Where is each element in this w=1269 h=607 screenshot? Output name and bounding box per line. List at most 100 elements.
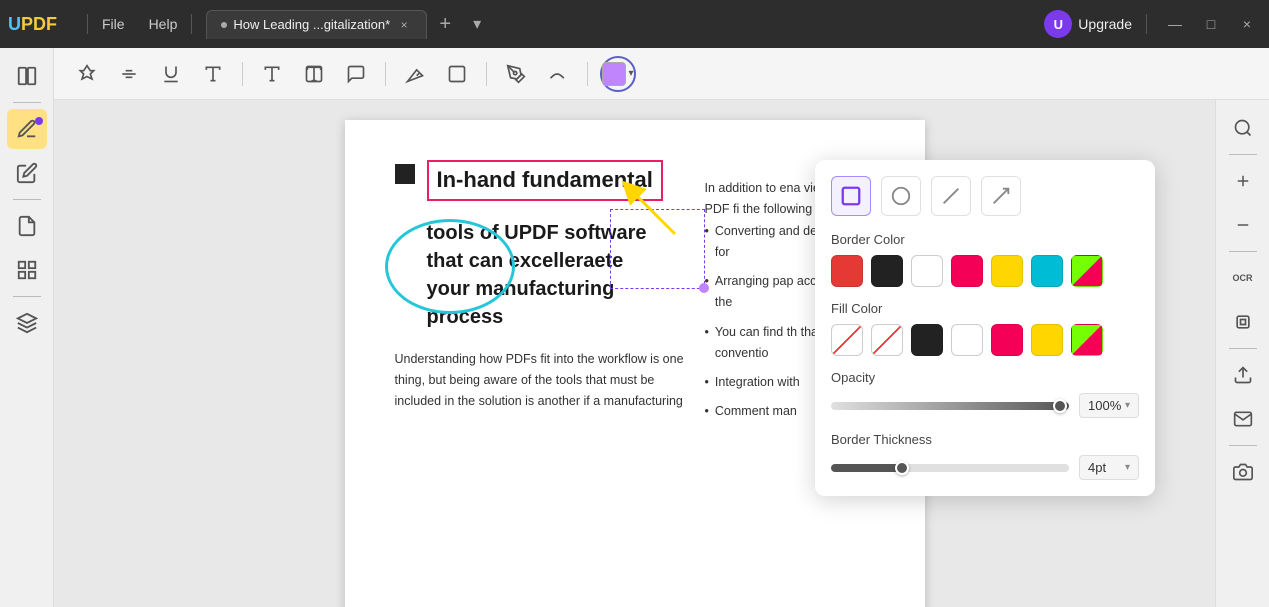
opacity-value: 100% — [1088, 398, 1121, 413]
left-sidebar — [0, 48, 54, 607]
tab-add-button[interactable]: + — [431, 10, 459, 38]
fill-color-transparent-slash[interactable] — [831, 324, 863, 356]
sidebar-item-annotate[interactable] — [7, 109, 47, 149]
pdf-canvas[interactable]: In-hand fundamental tools of UPDF softwa… — [54, 100, 1215, 607]
user-avatar: U — [1044, 10, 1072, 38]
heading-border-box: In-hand fundamental — [427, 160, 663, 201]
file-menu[interactable]: File — [94, 12, 133, 36]
bullet-marker-4: • — [705, 372, 709, 393]
fill-color-transparent[interactable] — [871, 324, 903, 356]
sidebar-item-edit[interactable] — [7, 153, 47, 193]
thickness-label: Border Thickness — [831, 432, 1139, 447]
arrow-shape-btn[interactable] — [981, 176, 1021, 216]
circle-shape-btn[interactable] — [881, 176, 921, 216]
pen-tool[interactable] — [499, 57, 533, 91]
tab-indicator — [221, 22, 227, 28]
active-tab[interactable]: How Leading ...gitalization* × — [206, 10, 427, 39]
thickness-dropdown-arrow[interactable]: ▾ — [1125, 462, 1130, 473]
share-sidebar-icon[interactable] — [1223, 355, 1263, 395]
minimize-button[interactable]: — — [1161, 10, 1189, 38]
sidebar-item-pages[interactable] — [7, 206, 47, 246]
sidebar-divider-1 — [13, 102, 41, 103]
fill-color-swatches — [831, 324, 1139, 356]
rsidebar-divider-1 — [1229, 154, 1257, 155]
rsidebar-divider-4 — [1229, 445, 1257, 446]
border-color-yellow[interactable] — [991, 255, 1023, 287]
mail-sidebar-icon[interactable] — [1223, 399, 1263, 439]
border-color-red[interactable] — [831, 255, 863, 287]
content-area: In-hand fundamental tools of UPDF softwa… — [54, 100, 1269, 607]
pdf-left-column: In-hand fundamental tools of UPDF softwa… — [395, 160, 685, 431]
scan-sidebar-icon[interactable] — [1223, 302, 1263, 342]
border-color-white[interactable] — [911, 255, 943, 287]
text-type-tool[interactable] — [196, 57, 230, 91]
pdf-columns: In-hand fundamental tools of UPDF softwa… — [395, 160, 875, 431]
thickness-value: 4pt — [1088, 460, 1106, 475]
divider-1 — [87, 14, 88, 34]
toolbar-divider-4 — [587, 62, 588, 86]
sidebar-item-layers[interactable] — [7, 303, 47, 343]
search-sidebar-icon[interactable] — [1223, 108, 1263, 148]
fill-color-yellow[interactable] — [1031, 324, 1063, 356]
fill-color-white[interactable] — [951, 324, 983, 356]
strikethrough-tool[interactable] — [112, 57, 146, 91]
thickness-row: 4pt ▾ — [831, 455, 1139, 480]
line-shape-btn[interactable] — [931, 176, 971, 216]
text-format-tool[interactable] — [297, 57, 331, 91]
right-sidebar: OCR — [1215, 100, 1269, 607]
rectangle-shape-btn[interactable] — [831, 176, 871, 216]
opacity-slider[interactable] — [831, 402, 1069, 410]
help-menu[interactable]: Help — [141, 12, 186, 36]
comment-tool[interactable] — [339, 57, 373, 91]
rsidebar-divider-2 — [1229, 251, 1257, 252]
color-picker-button[interactable]: ▾ — [600, 56, 636, 92]
highlight-tool[interactable] — [70, 57, 104, 91]
border-color-cyan[interactable] — [1031, 255, 1063, 287]
maximize-button[interactable]: □ — [1197, 10, 1225, 38]
ocr-label: OCR — [1233, 273, 1253, 283]
thickness-section: Border Thickness 4pt ▾ — [831, 432, 1139, 480]
tab-area: How Leading ...gitalization* × + ▾ — [206, 10, 1036, 39]
thickness-slider[interactable] — [831, 464, 1069, 472]
opacity-row: 100% ▾ — [831, 393, 1139, 418]
fill-color-multi[interactable] — [1071, 324, 1103, 356]
content-wrapper: ▾ In-hand funda — [54, 48, 1269, 607]
camera-sidebar-icon[interactable] — [1223, 452, 1263, 492]
opacity-dropdown-arrow[interactable]: ▾ — [1125, 400, 1130, 411]
border-color-pink[interactable] — [951, 255, 983, 287]
rsidebar-divider-3 — [1229, 348, 1257, 349]
ink-tool[interactable] — [541, 57, 575, 91]
bullet-marker-2: • — [705, 271, 709, 314]
border-color-multi[interactable] — [1071, 255, 1103, 287]
sidebar-divider-3 — [13, 296, 41, 297]
shape-selector-row — [831, 176, 1139, 216]
toolbar-divider-1 — [242, 62, 243, 86]
sidebar-item-reader[interactable] — [7, 56, 47, 96]
thickness-value-box[interactable]: 4pt ▾ — [1079, 455, 1139, 480]
shape-tool[interactable] — [440, 57, 474, 91]
text-box-tool[interactable] — [255, 57, 289, 91]
border-color-black[interactable] — [871, 255, 903, 287]
opacity-thumb[interactable] — [1053, 399, 1067, 413]
app-logo: UPDF — [8, 14, 57, 35]
fill-color-pink[interactable] — [991, 324, 1023, 356]
draw-tool[interactable] — [398, 57, 432, 91]
upgrade-button[interactable]: U Upgrade — [1044, 10, 1132, 38]
toolbar-divider-2 — [385, 62, 386, 86]
ocr-sidebar-icon[interactable]: OCR — [1223, 258, 1263, 298]
zoom-minus-sidebar-icon[interactable] — [1223, 205, 1263, 245]
tab-dropdown-button[interactable]: ▾ — [463, 10, 491, 38]
close-button[interactable]: × — [1233, 10, 1261, 38]
main-layout: ▾ In-hand funda — [0, 48, 1269, 607]
thickness-thumb[interactable] — [895, 461, 909, 475]
underline-tool[interactable] — [154, 57, 188, 91]
zoom-plus-sidebar-icon[interactable] — [1223, 161, 1263, 201]
fill-color-black[interactable] — [911, 324, 943, 356]
color-dropdown-arrow: ▾ — [628, 68, 633, 79]
sidebar-dot — [35, 117, 43, 125]
sidebar-item-organize[interactable] — [7, 250, 47, 290]
tab-close-button[interactable]: × — [396, 17, 412, 33]
subheading-line2: tools of UPDF software — [427, 219, 685, 247]
opacity-value-box[interactable]: 100% ▾ — [1079, 393, 1139, 418]
tab-title: How Leading ...gitalization* — [233, 17, 390, 32]
